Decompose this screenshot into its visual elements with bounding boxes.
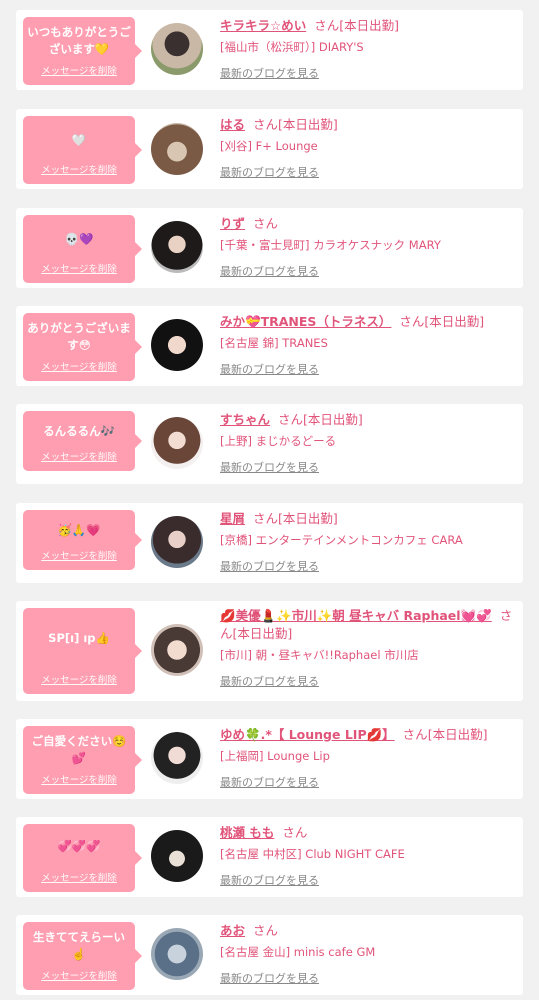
latest-blog-link[interactable]: 最新のブログを見る: [220, 872, 515, 888]
shop-label: [千葉・富士見町] カラオケスナック MARY: [220, 238, 441, 252]
cast-name-link[interactable]: みか💝TRANES（トラネス）: [220, 314, 391, 329]
message-text: 🥳🙏💗: [57, 522, 101, 537]
delete-message-link[interactable]: メッセージを削除: [23, 672, 135, 686]
san-label: さん: [278, 412, 304, 427]
latest-blog-link[interactable]: 最新のブログを見る: [220, 673, 515, 689]
message-card: SP[ı] ıp👍 メッセージを削除 💋美優💄✨市川✨朝 昼キャバ Raphae…: [16, 601, 523, 701]
avatar[interactable]: [151, 928, 203, 980]
message-bubble: 💞💞💞 メッセージを削除: [23, 824, 142, 892]
cast-name-link[interactable]: りず: [220, 216, 245, 231]
shop-label: [福山市（松浜町）] DIARY'S: [220, 40, 364, 54]
message-card: るんるるん🎶 メッセージを削除 すちゃん さん[本日出勤] [上野] まじかるどー…: [16, 404, 523, 484]
latest-blog-link[interactable]: 最新のブログを見る: [220, 164, 515, 180]
avatar[interactable]: [151, 319, 203, 371]
message-card: 💞💞💞 メッセージを削除 桃瀬 もも さん [名古屋 中村区] Club NIGH…: [16, 817, 523, 897]
delete-message-link[interactable]: メッセージを削除: [23, 261, 135, 275]
shop-label: [刈谷] F+ Lounge: [220, 139, 318, 153]
status-badge: [本日出勤]: [424, 314, 485, 329]
message-card: 💀💜 メッセージを削除 りず さん [千葉・富士見町] カラオケスナック MARY…: [16, 208, 523, 288]
san-label: さん: [253, 216, 279, 231]
status-badge: [本日出勤]: [278, 511, 338, 526]
san-label: さん: [253, 117, 279, 132]
message-bubble: 🥳🙏💗 メッセージを削除: [23, 510, 142, 570]
message-bubble: ありがとうございます😳 メッセージを削除: [23, 313, 142, 381]
message-bubble: 💀💜 メッセージを削除: [23, 215, 142, 283]
delete-message-link[interactable]: メッセージを削除: [23, 449, 135, 463]
message-card: 🤍 メッセージを削除 はる さん[本日出勤] [刈谷] F+ Lounge 最新の…: [16, 109, 523, 189]
message-text: ご自愛ください☺️💕: [31, 734, 127, 765]
message-card: 生きててえらーい☝️ メッセージを削除 あお さん [名古屋 金山] minis …: [16, 915, 523, 995]
message-text: るんるるん🎶: [43, 423, 115, 438]
status-badge: [本日出勤]: [278, 117, 338, 132]
san-label: さん: [399, 314, 425, 329]
message-bubble: 生きててえらーい☝️ メッセージを削除: [23, 922, 142, 990]
latest-blog-link[interactable]: 最新のブログを見る: [220, 459, 515, 475]
message-text: ありがとうございます😳: [27, 321, 131, 352]
delete-message-link[interactable]: メッセージを削除: [23, 772, 135, 786]
latest-blog-link[interactable]: 最新のブログを見る: [220, 970, 515, 986]
delete-message-link[interactable]: メッセージを削除: [23, 63, 135, 77]
message-bubble: 🤍 メッセージを削除: [23, 116, 142, 184]
avatar[interactable]: [151, 221, 203, 273]
san-label: さん: [253, 923, 279, 938]
shop-label: [名古屋 金山] minis cafe GM: [220, 945, 376, 959]
cast-name-link[interactable]: はる: [220, 117, 245, 132]
shop-label: [上野] まじかるどーる: [220, 434, 337, 448]
latest-blog-link[interactable]: 最新のブログを見る: [220, 361, 515, 377]
latest-blog-link[interactable]: 最新のブログを見る: [220, 263, 515, 279]
message-text: いつもありがとうございます💛: [27, 25, 131, 56]
shop-label: [上福岡] Lounge Lip: [220, 749, 330, 763]
avatar[interactable]: [151, 516, 203, 568]
san-label: さん: [282, 825, 308, 840]
avatar[interactable]: [151, 830, 203, 882]
message-text: 生きててえらーい☝️: [33, 930, 125, 961]
message-card: ご自愛ください☺️💕 メッセージを削除 ゆめ🍀.*【 Lounge LIP💋】さ…: [16, 719, 523, 799]
delete-message-link[interactable]: メッセージを削除: [23, 548, 135, 562]
san-label: さん: [314, 18, 340, 33]
message-text: 💞💞💞: [57, 838, 101, 853]
cast-name-link[interactable]: すちゃん: [220, 412, 270, 427]
cast-name-link[interactable]: キラキラ☆めい: [220, 18, 306, 33]
message-list: いつもありがとうございます💛 メッセージを削除 キラキラ☆めい さん[本日出勤] …: [0, 0, 539, 1000]
message-text: SP[ı] ıp👍: [48, 630, 110, 645]
avatar[interactable]: [151, 123, 203, 175]
latest-blog-link[interactable]: 最新のブログを見る: [220, 774, 515, 790]
cast-name-link[interactable]: 星屑: [220, 511, 245, 526]
message-bubble: いつもありがとうございます💛 メッセージを削除: [23, 17, 142, 85]
status-badge: [本日出勤]: [232, 626, 293, 641]
avatar[interactable]: [151, 417, 203, 469]
shop-label: [名古屋 中村区] Club NIGHT CAFE: [220, 847, 405, 861]
message-card: いつもありがとうございます💛 メッセージを削除 キラキラ☆めい さん[本日出勤] …: [16, 10, 523, 90]
message-card: ありがとうございます😳 メッセージを削除 みか💝TRANES（トラネス） さん[本…: [16, 306, 523, 386]
message-bubble: るんるるん🎶 メッセージを削除: [23, 411, 142, 471]
cast-name-link[interactable]: あお: [220, 923, 245, 938]
avatar[interactable]: [151, 732, 203, 784]
san-label: さん: [402, 727, 428, 742]
status-badge: [本日出勤]: [339, 18, 399, 33]
status-badge: [本日出勤]: [427, 727, 488, 742]
status-badge: [本日出勤]: [303, 412, 363, 427]
avatar[interactable]: [151, 624, 203, 676]
latest-blog-link[interactable]: 最新のブログを見る: [220, 65, 515, 81]
message-card: 🥳🙏💗 メッセージを削除 星屑 さん[本日出勤] [京橋] エンターテインメントコ…: [16, 503, 523, 583]
message-bubble: ご自愛ください☺️💕 メッセージを削除: [23, 726, 142, 794]
message-bubble: SP[ı] ıp👍 メッセージを削除: [23, 608, 142, 694]
shop-label: [名古屋 錦] TRANES: [220, 336, 328, 350]
message-text: 💀💜: [64, 231, 94, 246]
shop-label: [市川] 朝・昼キャバ!!Raphael 市川店: [220, 648, 419, 662]
message-text: 🤍: [71, 132, 87, 147]
delete-message-link[interactable]: メッセージを削除: [23, 162, 135, 176]
delete-message-link[interactable]: メッセージを削除: [23, 968, 135, 982]
cast-name-link[interactable]: 💋美優💄✨市川✨朝 昼キャバ Raphael💓💞: [220, 608, 492, 623]
cast-name-link[interactable]: 桃瀬 もも: [220, 825, 274, 840]
san-label: さん: [253, 511, 279, 526]
delete-message-link[interactable]: メッセージを削除: [23, 359, 135, 373]
cast-name-link[interactable]: ゆめ🍀.*【 Lounge LIP💋】: [220, 727, 395, 742]
delete-message-link[interactable]: メッセージを削除: [23, 870, 135, 884]
avatar[interactable]: [151, 23, 203, 75]
shop-label: [京橋] エンターテインメントコンカフェ CARA: [220, 533, 463, 547]
latest-blog-link[interactable]: 最新のブログを見る: [220, 558, 515, 574]
